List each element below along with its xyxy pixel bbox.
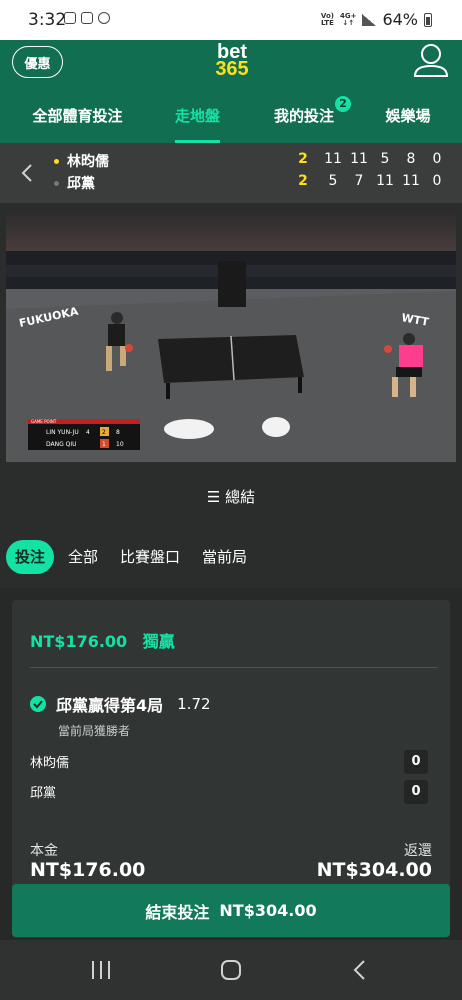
my-bets-count-badge: 2 [335,96,351,112]
gallery-icon [81,12,93,24]
player-score: 0 [404,780,428,804]
filter-match-markets[interactable]: 比賽盤口 [112,540,188,574]
bet-filter-tabs: 投注 全部 比賽盤口 當前局 [6,540,261,574]
game-score: 0 [432,173,442,189]
tab-label: 我的投注 [273,107,334,125]
player-name: 邱黨 [67,176,95,192]
player-name: 林昀儒 [67,154,109,170]
player-row-2: 邱黨 [54,173,95,193]
stake-value: NT$176.00 [30,859,146,881]
selection-name: 邱黨贏得第4局 [56,696,164,715]
cash-out-button[interactable]: 結束投注 NT$304.00 [12,884,450,937]
back-icon[interactable] [352,960,368,980]
game-score: 7 [354,173,364,189]
player-row-1: 林昀儒 [54,151,109,171]
filter-all[interactable]: 全部 [60,540,106,574]
main-nav: 全部體育投注 走地盤 我的投注 2 娛樂場 [0,96,462,143]
status-bar: 3:32 Vo) LTE 4G+ ↓↑ 64% [0,0,462,40]
game-score: 11 [376,173,394,189]
scoreboard: 林昀儒 邱黨 2 11 11 5 8 0 2 5 7 11 11 0 [0,143,462,203]
game-score: 11 [350,151,368,167]
bet-selection: 邱黨贏得第4局 1.72 [30,692,211,716]
battery-icon [424,12,432,27]
live-stream-video[interactable]: FUKUOKA WTT GAME POINT LIN YUN-JU 4 2 8 … [6,209,456,462]
game-score: 5 [380,151,390,167]
caption-player-2-sets: 1 [102,441,106,448]
video-frame: FUKUOKA WTT GAME POINT LIN YUN-JU 4 2 8 … [6,209,456,462]
serve-indicator-icon [54,158,59,164]
filter-current-game[interactable]: 當前局 [194,540,255,574]
game-score: 11 [324,151,342,167]
game-score: 0 [432,151,442,167]
app-icon [98,12,110,24]
bet-type: 獨贏 [142,632,175,651]
logo-text-bottom: 365 [215,58,249,80]
summary-toggle[interactable]: ☰ 總結 [0,486,462,507]
game-score: 11 [402,173,420,189]
notification-icon [64,12,76,24]
caption-player-2-points: 10 [116,441,124,448]
tab-all-sports[interactable]: 全部體育投注 [32,102,123,143]
sets-won: 2 [298,151,308,167]
game-score: 5 [328,173,338,189]
promotions-button[interactable]: 優惠 [12,46,63,78]
caption-game-point: GAME POINT [31,419,57,424]
account-icon[interactable] [412,42,450,80]
tab-label: 娛樂場 [385,107,431,125]
sets-won: 2 [298,173,308,189]
caption-player-1-points: 8 [116,429,120,436]
bet-stake-header: NT$176.00 [30,632,128,651]
return-label: 返還 [404,843,432,859]
system-nav-bar [0,940,462,1000]
player-score: 0 [404,750,428,774]
serve-indicator-icon [54,180,59,186]
bet-header: NT$176.00 獨贏 [30,628,175,652]
back-arrow-icon[interactable] [18,161,38,185]
4g-icon: 4G+ ↓↑ [339,11,357,27]
bet365-logo[interactable]: bet 365 [212,42,252,80]
stake-label: 本金 [30,843,58,859]
home-icon[interactable] [220,960,242,980]
tab-label: 走地盤 [175,107,221,125]
notification-icons [64,12,110,24]
game-score: 8 [406,151,416,167]
filter-my-bets[interactable]: 投注 [6,540,55,574]
tab-label: 全部體育投注 [32,107,123,125]
market-name: 當前局獲勝者 [58,724,131,738]
selection-odds: 1.72 [177,695,211,713]
cash-out-amount: NT$304.00 [219,901,317,920]
network-icon: Vo) LTE [320,11,334,27]
caption-player-1-serve: 4 [86,429,90,436]
tab-casino[interactable]: 娛樂場 [385,102,431,143]
battery-percent: 64% [382,10,418,29]
check-icon [30,696,46,712]
return-value: NT$304.00 [316,859,432,881]
player-1-scores: 2 11 11 5 8 0 [296,151,450,171]
live-score-row: 邱黨 0 [30,780,428,804]
caption-player-2: DANG QIU [46,441,77,448]
player-2-scores: 2 5 7 11 11 0 [296,173,450,193]
signal-icon [362,13,377,26]
caption-player-1: LIN YUN-JU [46,429,79,436]
tab-my-bets[interactable]: 我的投注 2 [273,96,351,143]
live-score-row: 林昀儒 0 [30,750,428,774]
caption-player-1-sets: 2 [102,429,106,436]
recent-apps-icon[interactable] [90,960,112,980]
divider [30,667,438,668]
tab-in-play[interactable]: 走地盤 [175,102,220,143]
player-name: 邱黨 [30,786,57,801]
status-time: 3:32 [28,10,67,30]
app-header: 優惠 bet 365 全部體育投注 走地盤 我的投注 2 娛樂場 [0,40,462,143]
player-name: 林昀儒 [30,756,70,771]
cash-out-label: 結束投注 [145,902,210,922]
